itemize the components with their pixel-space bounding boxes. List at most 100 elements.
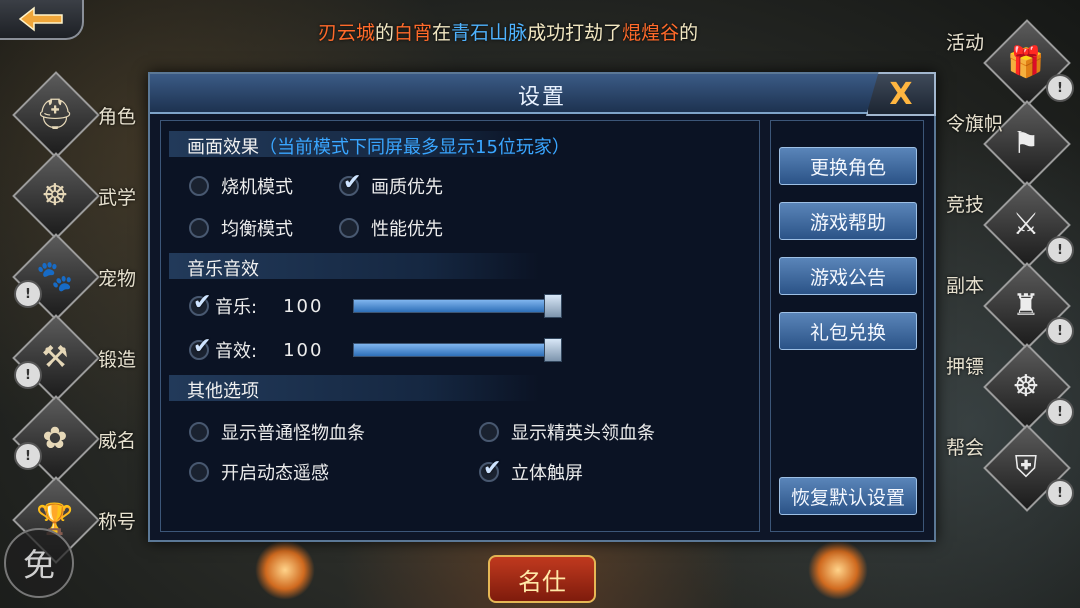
broadcast-text: 的: [679, 22, 699, 44]
banner-icon: ⚑: [1012, 125, 1040, 161]
rank-title-badge[interactable]: 名仕: [488, 555, 596, 603]
sfx-value: 100: [283, 339, 324, 361]
menu-label: 押镖: [946, 356, 985, 378]
menu-label: 称号: [98, 511, 137, 533]
radio-button[interactable]: [479, 422, 499, 442]
option-label: 立体触屏: [511, 463, 583, 484]
section-header-graphics: 画面效果（当前模式下同屏最多显示15位玩家）: [169, 131, 570, 158]
music-label: 音乐:: [215, 297, 258, 318]
broadcast-location: 青石山脉: [451, 22, 528, 44]
menu-label: 武学: [98, 187, 137, 209]
left-menu-item-pet[interactable]: 🐾 ! 宠物: [0, 233, 160, 321]
left-menu-item-martial[interactable]: ☸ 武学: [0, 152, 160, 240]
back-button[interactable]: [0, 0, 84, 40]
broadcast-text: 在: [432, 22, 452, 44]
lock-icon: !: [1046, 74, 1074, 102]
lock-icon: !: [1046, 479, 1074, 507]
lock-icon: !: [14, 361, 42, 389]
section-header-other: 其他选项: [169, 375, 539, 402]
right-menu-item-activity[interactable]: 🎁 ! 活动: [930, 18, 1080, 107]
free-badge[interactable]: 免: [4, 528, 74, 598]
game-notice-button[interactable]: 游戏公告: [779, 257, 917, 295]
option-elite-boss-hp[interactable]: 显示精英头领血条: [479, 419, 655, 445]
option-quality-first[interactable]: 画质优先: [339, 170, 443, 199]
left-menu-item-role[interactable]: ⛑ 角色: [0, 71, 160, 159]
broadcast-guild: 刃云城: [318, 22, 376, 44]
music-slider-fill: [354, 300, 552, 312]
meditation-icon: ☸: [41, 177, 69, 213]
right-menu-item-banner[interactable]: ⚑ 令旗帜: [930, 99, 1080, 188]
right-menu-item-dungeon[interactable]: ♜ ! 副本: [930, 261, 1080, 350]
broadcast-player: 白宵: [394, 22, 433, 44]
option-label: 性能优先: [371, 219, 443, 240]
option-balanced-mode[interactable]: 均衡模式: [189, 215, 293, 241]
left-menu: ⛑ 角色 ☸ 武学 🐾 ! 宠物 ⚒ ! 锻造 ✿ ! 威名 🏆 称号: [0, 71, 160, 564]
close-icon: X: [889, 76, 913, 112]
menu-label: 令旗帜: [946, 113, 1004, 135]
left-menu-item-fame[interactable]: ✿ ! 威名: [0, 395, 160, 483]
lock-icon: !: [1046, 236, 1074, 264]
game-help-button[interactable]: 游戏帮助: [779, 202, 917, 240]
sfx-checkbox[interactable]: [189, 334, 211, 360]
left-menu-item-forge[interactable]: ⚒ ! 锻造: [0, 314, 160, 402]
option-label: 画质优先: [371, 177, 443, 198]
music-setting[interactable]: 音乐: 100: [189, 290, 324, 319]
option-label: 显示普通怪物血条: [221, 423, 365, 444]
section-title: 音乐音效: [187, 259, 259, 280]
option-dynamic-joystick[interactable]: 开启动态遥感: [189, 459, 329, 485]
broadcast-text: 的: [375, 22, 395, 44]
broadcast-message: 刃云城的白宵在青石山脉成功打劫了焜煌谷的: [318, 18, 698, 45]
option-label: 显示精英头领血条: [511, 423, 655, 444]
section-title: 其他选项: [187, 381, 259, 402]
music-checkbox[interactable]: [189, 290, 211, 316]
right-menu-item-escort[interactable]: ☸ ! 押镖: [930, 342, 1080, 431]
right-menu: 🎁 ! 活动 ⚑ 令旗帜 ⚔ ! 竞技 ♜ ! 副本 ☸ ! 押镖 ⛨ ! 帮会: [930, 18, 1080, 512]
menu-label: 活动: [946, 32, 985, 54]
radio-button-checked[interactable]: [479, 456, 501, 482]
modal-header: 设置 X: [150, 72, 936, 116]
helmet-icon: ⛑: [35, 96, 75, 132]
menu-label: 宠物: [98, 268, 137, 290]
radio-button[interactable]: [339, 218, 359, 238]
radio-button-checked[interactable]: [339, 170, 361, 196]
music-slider-thumb[interactable]: [544, 294, 562, 318]
music-value: 100: [283, 295, 324, 317]
radio-button[interactable]: [189, 422, 209, 442]
menu-label: 帮会: [946, 437, 985, 459]
section-header-audio: 音乐音效: [169, 253, 539, 280]
settings-actions-panel: 更换角色 游戏帮助 游戏公告 礼包兑换 恢复默认设置: [770, 120, 924, 532]
menu-label: 角色: [98, 106, 137, 128]
gift-code-button[interactable]: 礼包兑换: [779, 312, 917, 350]
option-burn-mode[interactable]: 烧机模式: [189, 173, 293, 199]
graphics-note: （当前模式下同屏最多显示15位玩家）: [259, 137, 570, 158]
reset-defaults-button[interactable]: 恢复默认设置: [779, 477, 917, 515]
music-slider[interactable]: [353, 294, 562, 318]
radio-button[interactable]: [189, 462, 209, 482]
sfx-slider-fill: [354, 344, 552, 356]
settings-options-panel: 画面效果（当前模式下同屏最多显示15位玩家） 烧机模式 画质优先 均衡模式 性能…: [160, 120, 760, 532]
broadcast-text: 成功打劫了: [527, 22, 623, 44]
option-label: 烧机模式: [221, 177, 293, 198]
option-performance-first[interactable]: 性能优先: [339, 215, 443, 241]
sfx-slider[interactable]: [353, 338, 562, 362]
option-label: 开启动态遥感: [221, 463, 329, 484]
option-normal-monster-hp[interactable]: 显示普通怪物血条: [189, 419, 365, 445]
right-menu-item-guild[interactable]: ⛨ ! 帮会: [930, 423, 1080, 512]
radio-button[interactable]: [189, 218, 209, 238]
torch-flame: [808, 540, 868, 600]
sfx-slider-thumb[interactable]: [544, 338, 562, 362]
change-role-button[interactable]: 更换角色: [779, 147, 917, 185]
menu-label: 锻造: [98, 349, 137, 371]
settings-modal: 设置 X 画面效果（当前模式下同屏最多显示15位玩家） 烧机模式 画质优先 均衡…: [148, 72, 936, 542]
back-arrow-icon: [18, 6, 63, 32]
lock-icon: !: [14, 280, 42, 308]
menu-label: 副本: [946, 275, 985, 297]
lock-icon: !: [1046, 317, 1074, 345]
right-menu-item-arena[interactable]: ⚔ ! 竞技: [930, 180, 1080, 269]
sfx-setting[interactable]: 音效: 100: [189, 334, 324, 363]
section-title: 画面效果（当前模式下同屏最多显示15位玩家）: [187, 133, 570, 159]
option-3d-touch[interactable]: 立体触屏: [479, 456, 583, 485]
menu-label: 威名: [98, 430, 137, 452]
modal-title: 设置: [517, 85, 566, 110]
radio-button[interactable]: [189, 176, 209, 196]
